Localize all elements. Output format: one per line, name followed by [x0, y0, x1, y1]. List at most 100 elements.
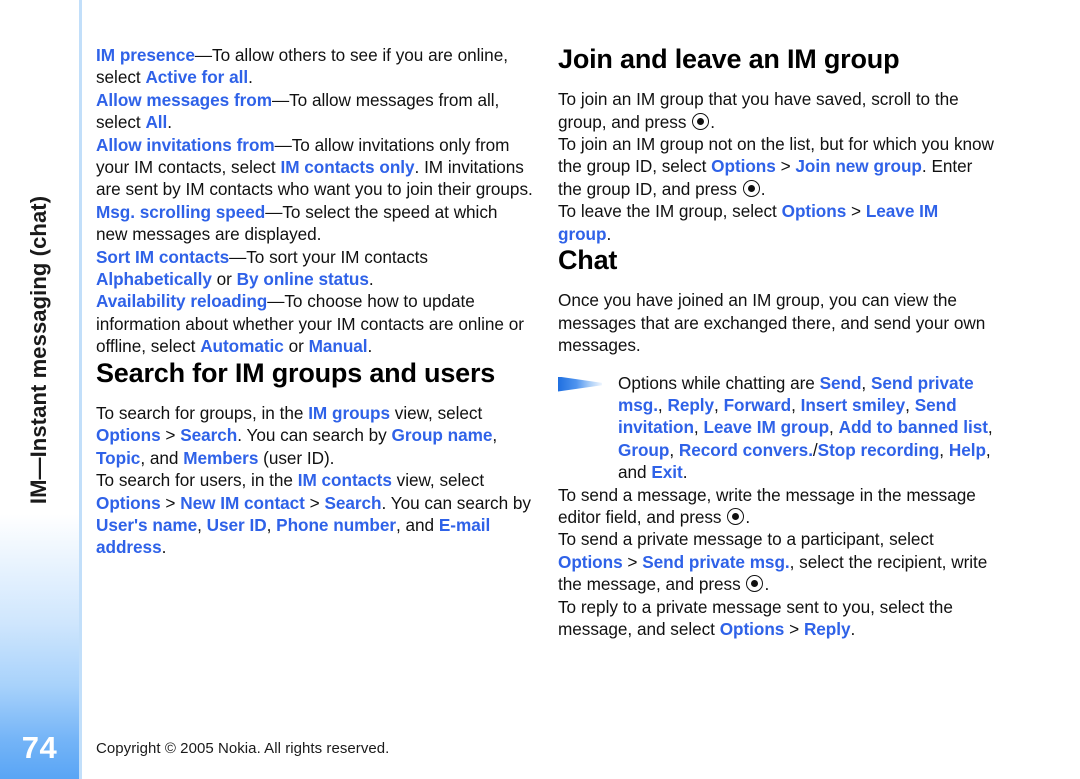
- text-run: —To sort your IM contacts: [229, 246, 428, 267]
- text-run: >: [304, 492, 325, 513]
- ui-term: Add to banned list: [838, 417, 988, 438]
- text-run: .: [606, 223, 612, 244]
- page-footer: Copyright © 2005 Nokia. All rights reser…: [96, 717, 389, 779]
- text-run: .: [745, 506, 751, 527]
- select-key-icon: [742, 179, 760, 197]
- text-run: To search for users, in the: [96, 470, 298, 491]
- ui-term: IM presence: [96, 45, 195, 65]
- send-private-message: To send a private message to a participa…: [558, 528, 995, 595]
- ui-term: Join new group: [795, 156, 922, 177]
- select-key-icon: [692, 112, 710, 130]
- text-run: ,: [939, 439, 949, 460]
- search-paragraph-list: To search for groups, in the IM groups v…: [96, 402, 533, 559]
- ui-term: Options: [781, 201, 847, 222]
- page-number-label: 74: [21, 730, 58, 765]
- text-run: .: [167, 112, 172, 133]
- text-run: ,: [987, 417, 993, 438]
- text-run: ,: [791, 394, 801, 415]
- ui-term: Options: [711, 156, 776, 177]
- join-paragraph-list: To join an IM group that you have saved,…: [558, 88, 995, 245]
- vertical-rule: [79, 0, 82, 779]
- chapter-title-label: IM—Instant messaging (chat): [26, 195, 52, 505]
- ui-term: Active for all: [145, 67, 249, 88]
- tip-block: Options while chatting are Send, Send pr…: [558, 372, 995, 484]
- ui-term: Exit: [651, 462, 683, 483]
- allow-invitations-from: Allow invitations from—To allow invitati…: [96, 134, 533, 201]
- text-run: .: [710, 111, 715, 132]
- text-run: (user ID).: [258, 447, 335, 468]
- text-run: .: [682, 462, 688, 483]
- search-groups: To search for groups, in the IM groups v…: [96, 402, 533, 469]
- ui-term: Alphabetically: [96, 269, 212, 290]
- ui-term: IM groups: [308, 402, 390, 423]
- ui-term: Phone number: [276, 514, 396, 535]
- ui-term: Reply: [803, 619, 851, 639]
- text-run: or: [283, 336, 309, 357]
- chat-intro: Once you have joined an IM group, you ca…: [558, 289, 995, 356]
- ui-term: Msg. scrolling speed: [96, 201, 266, 222]
- tip-paragraph: Options while chatting are Send, Send pr…: [618, 372, 995, 484]
- text-run: view, select: [389, 402, 483, 423]
- select-key-icon: [746, 575, 764, 593]
- ui-term: Allow messages from: [96, 89, 272, 110]
- ui-term: IM contacts only: [280, 157, 415, 178]
- ui-term: Options: [719, 619, 785, 639]
- ui-term: Search: [180, 425, 238, 446]
- ui-term: Options: [558, 551, 623, 572]
- text-run: ,: [492, 425, 498, 446]
- ui-term: Leave IM group: [703, 417, 830, 438]
- text-run: .: [248, 67, 253, 88]
- ui-term: Group: [618, 439, 670, 460]
- text-run: .: [850, 619, 856, 639]
- im-presence: IM presence—To allow others to see if yo…: [96, 44, 533, 89]
- ui-term: Availability reloading: [96, 291, 268, 312]
- text-run: . You can search by: [381, 492, 532, 513]
- text-run: ,: [197, 514, 207, 535]
- text-run: >: [775, 156, 796, 177]
- ui-term: IM contacts: [297, 470, 392, 491]
- text-run: >: [160, 492, 181, 513]
- chapter-title-vertical: IM—Instant messaging (chat): [0, 0, 79, 700]
- ui-term: Insert smiley: [800, 394, 906, 415]
- ui-term: Record convers.: [678, 439, 813, 460]
- availability-reloading: Availability reloading—To choose how to …: [96, 290, 533, 357]
- ui-term: All: [145, 112, 168, 133]
- send-message: To send a message, write the message in …: [558, 484, 995, 529]
- tip-arrow-icon: [558, 376, 602, 392]
- select-key-icon: [727, 507, 745, 525]
- text-run: To search for groups, in the: [96, 402, 309, 423]
- ui-term: Help: [948, 439, 986, 460]
- text-run: .: [764, 574, 770, 595]
- ui-term: Stop recording: [817, 439, 940, 460]
- allow-messages-from: Allow messages from—To allow messages fr…: [96, 89, 533, 134]
- chat-intro-paragraph: Once you have joined an IM group, you ca…: [558, 289, 995, 356]
- text-run: , and: [140, 447, 184, 468]
- text-run: ,: [829, 417, 839, 438]
- ui-term: Reply: [667, 394, 715, 415]
- ui-term: Send private msg.: [642, 551, 790, 572]
- heading-join-and-leave-an-im-group: Join and leave an IM group: [558, 44, 900, 74]
- leave-group: To leave the IM group, select Options > …: [558, 200, 995, 245]
- text-run: . You can search by: [237, 425, 392, 446]
- text-run: >: [622, 551, 643, 572]
- text-run: , and: [395, 514, 439, 535]
- text-run: ,: [669, 439, 679, 460]
- heading-search-for-im-groups-and-users: Search for IM groups and users: [96, 357, 496, 388]
- ui-term: Members: [183, 447, 259, 468]
- text-run: ,: [861, 372, 871, 393]
- text-run: >: [846, 201, 866, 222]
- text-run: ,: [266, 514, 277, 535]
- text-run: .: [368, 269, 374, 290]
- msg-scrolling-speed: Msg. scrolling speed—To select the speed…: [96, 201, 533, 246]
- text-run: view, select: [391, 470, 485, 491]
- ui-term: By online status: [236, 269, 369, 290]
- copyright-notice: Copyright © 2005 Nokia. All rights reser…: [96, 739, 390, 757]
- heading-chat: Chat: [558, 245, 618, 276]
- ui-term: Options: [96, 425, 161, 446]
- page-number-badge: 74: [0, 717, 79, 779]
- ui-term: User ID: [206, 514, 267, 535]
- join-saved-group: To join an IM group that you have saved,…: [558, 88, 995, 133]
- ui-term: Allow invitations from: [96, 134, 275, 155]
- ui-term: Send: [819, 372, 862, 393]
- ui-term: New IM contact: [180, 492, 305, 513]
